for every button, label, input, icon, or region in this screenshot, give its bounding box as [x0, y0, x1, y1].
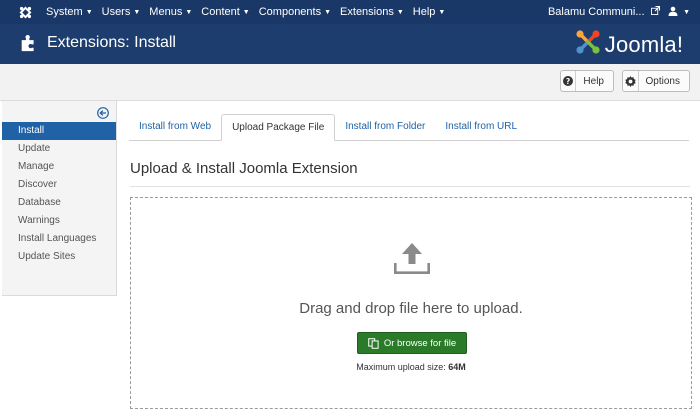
caret-down-icon: ▼: [85, 9, 93, 16]
site-name: Balamu Communi...: [547, 6, 645, 18]
sidebar-item-discover[interactable]: Discover: [2, 176, 116, 194]
copy-file-icon: [368, 337, 379, 349]
options-button[interactable]: Options: [622, 70, 690, 92]
menu-menus-label: Menus: [149, 6, 183, 18]
caret-down-icon: ▼: [242, 9, 250, 16]
joomla-brand-text: Joomla: [604, 31, 677, 57]
question-circle-icon: ?: [561, 71, 577, 91]
menu-extensions-label: Extensions: [340, 6, 394, 18]
user-icon: [668, 6, 678, 19]
tab-install-from-url[interactable]: Install from URL: [435, 114, 527, 140]
help-button[interactable]: ? Help: [560, 70, 614, 92]
menu-components-label: Components: [258, 6, 322, 18]
site-link[interactable]: Balamu Communi...: [547, 5, 661, 18]
max-upload-value: 64M: [448, 362, 466, 372]
tab-install-from-web[interactable]: Install from Web: [129, 114, 221, 140]
joomla-brand: Joomla!: [575, 29, 683, 60]
joomla-logo-icon[interactable]: [18, 5, 32, 19]
menu-menus[interactable]: Menus ▼: [149, 6, 192, 18]
menu-system[interactable]: System ▼: [46, 6, 93, 18]
drop-instructions: Drag and drop file here to upload.: [299, 300, 523, 317]
toolbar: ? Help Options: [0, 64, 700, 101]
admin-menu-bar: System ▼ Users ▼ Menus ▼ Content ▼ Component…: [0, 0, 700, 24]
upload-icon: [393, 242, 431, 279]
caret-down-icon: ▼: [396, 9, 404, 16]
caret-down-icon: ▼: [438, 9, 446, 16]
options-button-label: Options: [645, 75, 680, 87]
divider: [130, 186, 690, 187]
help-button-label: Help: [583, 75, 604, 87]
section-title: Upload & Install Joomla Extension: [130, 160, 358, 177]
browse-for-file-label: Or browse for file: [383, 337, 457, 349]
menu-components[interactable]: Components ▼: [259, 6, 331, 18]
tab-install-from-folder[interactable]: Install from Folder: [335, 114, 435, 140]
joomla-brand-logo-icon: [575, 29, 601, 60]
sidebar-item-warnings[interactable]: Warnings: [2, 212, 116, 230]
page-header: Extensions: Install Joomla!: [0, 24, 700, 64]
page-title: Extensions: Install: [47, 34, 176, 51]
menu-users-label: Users: [101, 6, 131, 18]
upload-drop-zone[interactable]: Drag and drop file here to upload. Or br…: [130, 197, 692, 409]
collapse-sidebar-icon[interactable]: [97, 106, 109, 119]
puzzle-piece-icon: [20, 35, 37, 57]
menu-content-label: Content: [201, 6, 240, 18]
menu-help[interactable]: Help ▼: [413, 6, 446, 18]
gear-icon: [623, 71, 639, 91]
sidebar-item-database[interactable]: Database: [2, 194, 116, 212]
caret-down-icon: ▼: [185, 9, 193, 16]
caret-down-icon: ▼: [324, 9, 332, 16]
menu-system-label: System: [46, 6, 83, 18]
menu-content[interactable]: Content ▼: [201, 6, 249, 18]
sidebar-item-update[interactable]: Update: [2, 140, 116, 158]
joomla-brand-mark: !: [676, 31, 683, 57]
sidebar-item-update-sites[interactable]: Update Sites: [2, 248, 116, 266]
sidebar-item-install-languages[interactable]: Install Languages: [2, 230, 116, 248]
sidebar-item-manage[interactable]: Manage: [2, 158, 116, 176]
install-tabs: Install from Web Upload Package File Ins…: [129, 114, 689, 141]
external-link-icon: [649, 5, 661, 17]
browse-for-file-button[interactable]: Or browse for file: [357, 332, 467, 354]
svg-text:?: ?: [566, 77, 570, 86]
menu-help-label: Help: [412, 6, 436, 18]
tab-upload-package-file[interactable]: Upload Package File: [221, 114, 336, 141]
sidebar: Install Update Manage Discover Database …: [2, 101, 117, 296]
menu-users[interactable]: Users ▼: [102, 6, 141, 18]
sidebar-list: Install Update Manage Discover Database …: [2, 122, 116, 266]
menu-extensions[interactable]: Extensions ▼: [340, 6, 404, 18]
user-menu[interactable]: ▼: [668, 6, 690, 19]
caret-down-icon: ▼: [683, 8, 690, 16]
caret-down-icon: ▼: [133, 9, 141, 16]
max-upload-size: Maximum upload size: 64M: [131, 362, 691, 372]
sidebar-item-install[interactable]: Install: [2, 122, 116, 140]
max-upload-label: Maximum upload size:: [356, 362, 446, 372]
